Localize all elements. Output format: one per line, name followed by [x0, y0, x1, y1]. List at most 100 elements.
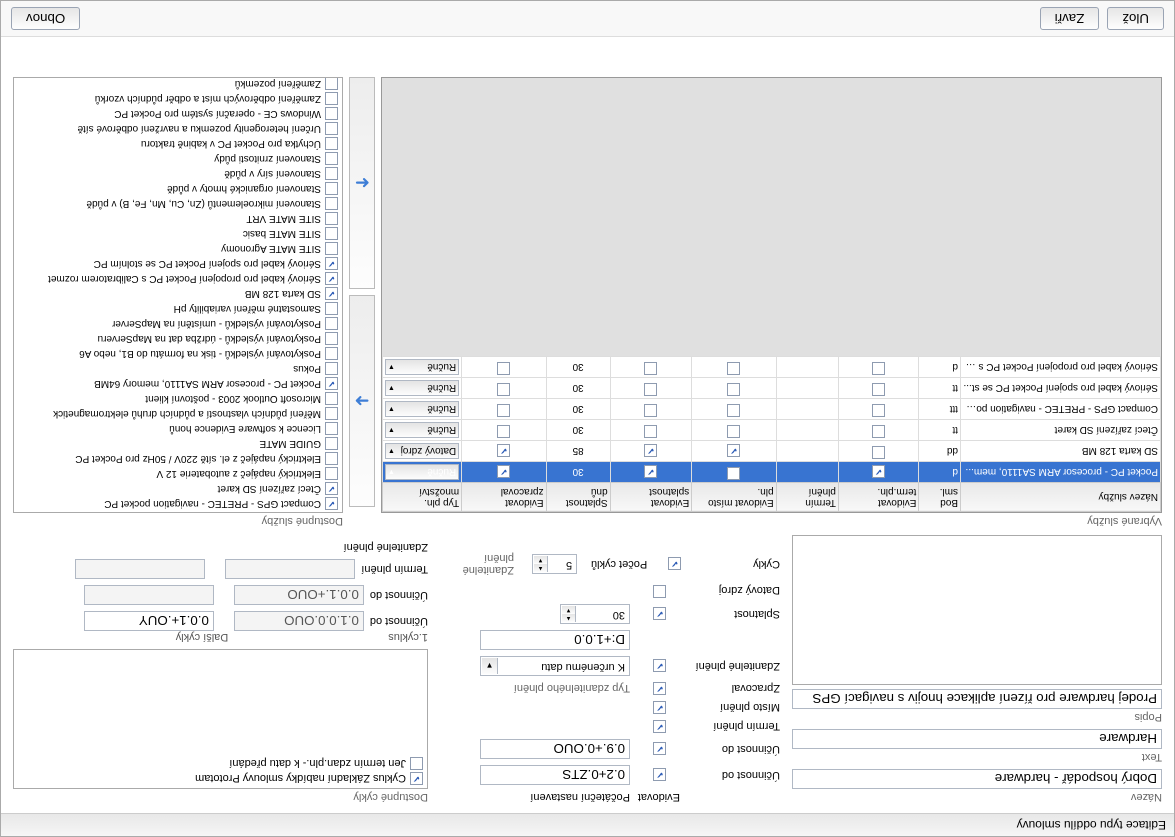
- grid-typ-combo[interactable]: Ručně▼: [385, 422, 459, 438]
- table-row[interactable]: SD karta 128 MBdd85Datový zdroj▼: [383, 441, 1161, 462]
- table-row[interactable]: Compact GPS - PRETEC - navigation poc...…: [383, 399, 1161, 420]
- service-checkbox[interactable]: [325, 137, 338, 150]
- list-item[interactable]: Úchytka pro Pocket PC v kabině traktoru: [14, 136, 342, 151]
- dplus-input[interactable]: [480, 630, 630, 650]
- list-item[interactable]: Elektrický napáječ z el. sítě 220V / 50H…: [14, 451, 342, 466]
- move-left-button[interactable]: ➜: [349, 77, 375, 289]
- move-right-button[interactable]: ➜: [349, 295, 375, 507]
- grid-typ-combo[interactable]: Datový zdroj▼: [385, 443, 459, 459]
- grid-typ-combo[interactable]: Ručně▼: [385, 380, 459, 396]
- service-checkbox[interactable]: [325, 437, 338, 450]
- list-item[interactable]: Zaměření odběrových míst a odběr půdních…: [14, 91, 342, 106]
- service-checkbox[interactable]: [325, 242, 338, 255]
- service-checkbox[interactable]: [325, 482, 338, 495]
- spin-up-icon[interactable]: ▲: [562, 614, 576, 622]
- typzdan-combo[interactable]: K určenému datu▼: [480, 656, 630, 676]
- list-item[interactable]: Sériový kabel pro spojení Pocket PC se s…: [14, 256, 342, 271]
- grid-col-header[interactable]: Evidovat místo pln.: [692, 483, 776, 512]
- spin-up-icon[interactable]: ▲: [534, 564, 548, 572]
- grid-checkbox[interactable]: [872, 446, 885, 459]
- list-item[interactable]: Stanovení mikroelementů (Zn, Cu, Mn, Fe,…: [14, 196, 342, 211]
- service-checkbox[interactable]: [325, 152, 338, 165]
- service-checkbox[interactable]: [325, 497, 338, 510]
- service-checkbox[interactable]: [325, 107, 338, 120]
- terminplneni-chk[interactable]: [654, 720, 667, 733]
- grid-checkbox[interactable]: [872, 383, 885, 396]
- grid-checkbox[interactable]: [644, 445, 657, 458]
- service-checkbox[interactable]: [325, 467, 338, 480]
- list-item[interactable]: Poskytování výsledků - údržba dat na Map…: [14, 331, 342, 346]
- grid-checkbox[interactable]: [727, 467, 740, 480]
- grid-checkbox[interactable]: [497, 383, 510, 396]
- list-item[interactable]: SD karta 128 MB: [14, 286, 342, 301]
- cykly-chk[interactable]: [668, 558, 681, 571]
- zpracoval-chk[interactable]: [654, 682, 667, 695]
- grid-typ-combo[interactable]: Ručně▼: [385, 401, 459, 417]
- obnov-button[interactable]: Obnov: [11, 7, 80, 30]
- popis-input[interactable]: [792, 689, 1162, 709]
- service-checkbox[interactable]: [325, 272, 338, 285]
- list-item[interactable]: Stanovení organické hmoty v půdě: [14, 181, 342, 196]
- datovyzdroj-chk[interactable]: [654, 585, 667, 598]
- ucinnostdo-input[interactable]: [480, 739, 630, 759]
- grid-checkbox[interactable]: [497, 425, 510, 438]
- grid-checkbox[interactable]: [727, 445, 740, 458]
- grid-checkbox[interactable]: [727, 404, 740, 417]
- list-item[interactable]: Stanovení zrnitosti půdy: [14, 151, 342, 166]
- grid-col-header[interactable]: Typ pln. množství: [383, 483, 462, 512]
- cyklus-opt2-chk[interactable]: [410, 757, 423, 770]
- grid-checkbox[interactable]: [644, 362, 657, 375]
- vybranesluzby-grid[interactable]: Název službyBod sml.Evidovat term.pln.Te…: [382, 356, 1161, 512]
- service-checkbox[interactable]: [325, 77, 338, 90]
- grid-col-header[interactable]: Evidovat splatnost: [610, 483, 692, 512]
- service-checkbox[interactable]: [325, 182, 338, 195]
- grid-checkbox[interactable]: [644, 425, 657, 438]
- list-item[interactable]: Microsoft Outlook 2003 - poštovní klient: [14, 391, 342, 406]
- list-item[interactable]: Licence k software Evidence honů: [14, 421, 342, 436]
- service-checkbox[interactable]: [325, 257, 338, 270]
- service-checkbox[interactable]: [325, 167, 338, 180]
- list-item[interactable]: Pocket PC - procesor ARM SA1110, memory …: [14, 376, 342, 391]
- mistoplneni-chk[interactable]: [654, 701, 667, 714]
- grid-checkbox[interactable]: [497, 466, 510, 479]
- grid-checkbox[interactable]: [727, 362, 740, 375]
- grid-typ-combo[interactable]: Ručně▼: [385, 464, 459, 480]
- grid-checkbox[interactable]: [644, 383, 657, 396]
- list-item[interactable]: Poskytování výsledků - tisk na formátu d…: [14, 346, 342, 361]
- service-checkbox[interactable]: [325, 347, 338, 360]
- table-row[interactable]: Pocket PC - procesor ARM SA1110, mem...d…: [383, 462, 1161, 483]
- table-row[interactable]: Sériový kabel pro propojení Pocket PC s …: [383, 357, 1161, 378]
- text-input[interactable]: [792, 729, 1162, 749]
- list-item[interactable]: Měření půdních vlastností a půdních druh…: [14, 406, 342, 421]
- service-checkbox[interactable]: [325, 362, 338, 375]
- list-item[interactable]: Elektrický napáječ z autobaterie 12 V: [14, 466, 342, 481]
- dostupnesluzby-list[interactable]: Compact GPS - PRETEC - navigation pocket…: [13, 77, 343, 513]
- list-item[interactable]: GUIDE MATE: [14, 436, 342, 451]
- list-item[interactable]: Pokus: [14, 361, 342, 376]
- list-item[interactable]: Stanovení síry v půdě: [14, 166, 342, 181]
- service-checkbox[interactable]: [325, 302, 338, 315]
- grid-checkbox[interactable]: [497, 362, 510, 375]
- ucinnostod-input[interactable]: [480, 765, 630, 785]
- grid-col-header[interactable]: Název služby: [961, 483, 1161, 512]
- service-checkbox[interactable]: [325, 197, 338, 210]
- service-checkbox[interactable]: [325, 212, 338, 225]
- cyklus-opt1-chk[interactable]: [410, 772, 423, 785]
- grid-typ-combo[interactable]: Ručně▼: [385, 359, 459, 375]
- grid-checkbox[interactable]: [727, 425, 740, 438]
- nazev-input[interactable]: [792, 769, 1162, 789]
- list-item[interactable]: Samostatné měření variability pH: [14, 301, 342, 316]
- list-item[interactable]: SITE MATE Agronomy: [14, 241, 342, 256]
- grid-col-header[interactable]: Evidovat term.pln.: [838, 483, 919, 512]
- dostupnecykly-list[interactable]: Cyklus Základní nabídky smlouvy Prototam…: [13, 649, 428, 789]
- uloz-button[interactable]: Ulož: [1107, 7, 1164, 30]
- service-checkbox[interactable]: [325, 422, 338, 435]
- service-checkbox[interactable]: [325, 227, 338, 240]
- grid-col-header[interactable]: Evidovat zpracoval: [462, 483, 546, 512]
- service-checkbox[interactable]: [325, 392, 338, 405]
- ucinnostdo-chk[interactable]: [654, 743, 667, 756]
- grid-checkbox[interactable]: [872, 466, 885, 479]
- spin-down-icon[interactable]: ▼: [534, 556, 548, 564]
- grid-checkbox[interactable]: [727, 383, 740, 396]
- list-item[interactable]: Určení heterogenity pozemku a navržení o…: [14, 121, 342, 136]
